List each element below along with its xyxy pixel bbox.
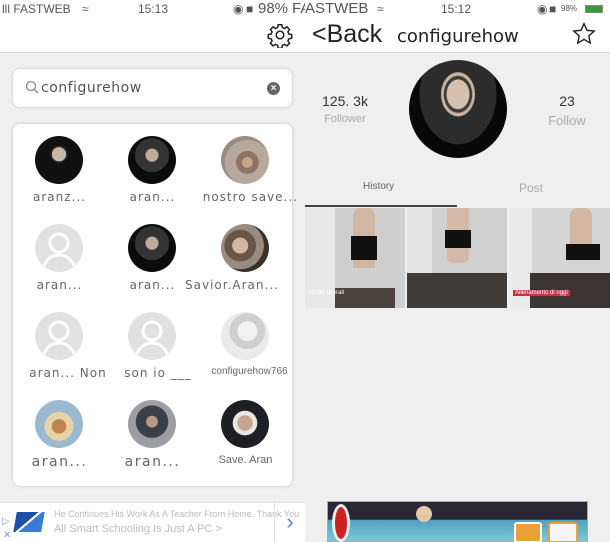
- cartoon-character: [416, 506, 432, 522]
- avatar: [128, 136, 176, 184]
- avatar: [128, 224, 176, 272]
- status-bar: ASTWEB ≈ 15:12 ◉ ■ 98%: [305, 0, 610, 17]
- search-input[interactable]: [41, 78, 261, 98]
- ad-banner[interactable]: ▷ ✕ He Continues His Work As A Teacher F…: [0, 502, 305, 542]
- following-count: 23: [559, 93, 575, 109]
- result-item[interactable]: Save. Aran: [199, 388, 292, 476]
- shorts: [566, 244, 600, 260]
- result-item[interactable]: nostro save...: [199, 124, 297, 212]
- gear-icon[interactable]: [267, 22, 293, 48]
- lifebuoy-icon: [332, 504, 350, 542]
- result-name: Save. Aran: [218, 454, 273, 466]
- result-item[interactable]: aranz...: [13, 124, 106, 212]
- profile-screen: ASTWEB ≈ 15:12 ◉ ■ 98% <Back configureho…: [305, 0, 610, 542]
- result-name: aran...: [36, 278, 83, 292]
- result-name: configurehow766: [211, 366, 288, 377]
- search-field[interactable]: ×: [13, 69, 292, 107]
- carrier-label-2: FASTWEB: [292, 0, 305, 17]
- carrier-label: ASTWEB: [305, 0, 369, 17]
- alarm-icon: ◉: [233, 2, 244, 16]
- profile-avatar: [409, 60, 507, 158]
- clear-icon[interactable]: ×: [267, 82, 280, 95]
- wifi-icon: ≈: [82, 2, 89, 16]
- result-item[interactable]: aran... Non: [13, 300, 106, 388]
- wifi-icon: ≈: [377, 2, 384, 16]
- avatar-placeholder: [35, 224, 83, 272]
- battery-percent: 98%: [561, 4, 578, 13]
- avatar: [221, 136, 269, 184]
- lock-icon: ■: [549, 2, 557, 16]
- ad-subline: All Smart Schooling Is Just A PC >: [54, 523, 222, 535]
- tab-post[interactable]: Post: [519, 181, 543, 195]
- result-name: nostro save...: [202, 190, 298, 204]
- active-tab-indicator: [305, 205, 457, 207]
- shorts: [351, 236, 377, 260]
- avatar: [221, 312, 269, 360]
- ad-headline: He Continues His Work As A Teacher From …: [54, 509, 300, 519]
- avatar: [221, 400, 269, 448]
- floor: [407, 273, 507, 308]
- time-label: 15:12: [441, 2, 472, 16]
- avatar: [35, 136, 83, 184]
- result-item[interactable]: aran...: [13, 212, 106, 300]
- story-thumbnail[interactable]: Alzate laterali: [305, 208, 405, 308]
- status-bar: lll FASTWEB ≈ 15:13 ◉ ■ 98% FASTWEB: [0, 0, 305, 17]
- navbar: <Back configurehow: [305, 17, 610, 53]
- followers-stat[interactable]: 125. 3k Follower: [305, 93, 385, 125]
- hammer-icon: [514, 522, 542, 542]
- battery-percent: 98%: [258, 0, 289, 17]
- result-item[interactable]: son io ___: [106, 300, 199, 388]
- ad-choices-icon[interactable]: ▷: [2, 516, 10, 527]
- story-thumbnails: Alzate laterali Allenamento di oggi: [305, 208, 610, 308]
- tab-history[interactable]: History: [363, 181, 394, 192]
- following-label: Follow: [548, 113, 586, 128]
- avatar-placeholder: [35, 312, 83, 360]
- result-item[interactable]: aran...: [106, 388, 199, 476]
- pillow-icon: [548, 522, 578, 542]
- result-name: aran...: [124, 454, 181, 470]
- star-icon[interactable]: [571, 21, 597, 47]
- search-results-grid: aranz... aran... nostro save... aran... …: [13, 124, 297, 486]
- following-stat[interactable]: 23 Follow: [527, 93, 607, 128]
- result-name: son io ___: [124, 366, 192, 380]
- battery-icon: [585, 5, 603, 13]
- result-item[interactable]: configurehow766: [199, 300, 292, 388]
- result-name: Savior.Aran...: [185, 278, 279, 292]
- game-ad-banner[interactable]: [327, 501, 588, 542]
- profile-title: configurehow: [397, 26, 519, 47]
- story-caption: Alzate laterali: [308, 290, 345, 296]
- carrier-label: lll FASTWEB: [2, 2, 71, 16]
- lock-icon: ■: [246, 2, 254, 16]
- avatar-placeholder: [128, 312, 176, 360]
- result-name: aran...: [31, 454, 88, 470]
- time-label: 15:13: [138, 2, 169, 16]
- story-thumbnail[interactable]: [407, 208, 507, 308]
- story-caption: Allenamento di oggi: [513, 290, 570, 296]
- search-icon: [25, 80, 39, 94]
- shorts: [445, 230, 471, 248]
- search-screen: lll FASTWEB ≈ 15:13 ◉ ■ 98% FASTWEB × ar…: [0, 0, 305, 542]
- story-thumbnail[interactable]: Allenamento di oggi: [510, 208, 610, 308]
- followers-label: Follower: [324, 113, 366, 125]
- result-name: aranz...: [33, 190, 86, 204]
- ad-arrow-icon[interactable]: ›: [274, 503, 305, 542]
- avatar: [35, 400, 83, 448]
- result-item[interactable]: Savior.Aran...: [185, 212, 292, 300]
- avatar: [221, 224, 269, 272]
- ad-logo: [13, 512, 45, 532]
- split-screenshot: lll FASTWEB ≈ 15:13 ◉ ■ 98% FASTWEB × ar…: [0, 0, 610, 542]
- back-button[interactable]: <Back: [312, 20, 382, 49]
- followers-count: 125. 3k: [322, 93, 368, 109]
- navbar: [0, 17, 305, 53]
- result-item[interactable]: aran...: [13, 388, 106, 476]
- alarm-icon: ◉: [537, 2, 548, 16]
- avatar: [128, 400, 176, 448]
- ad-close-icon[interactable]: ✕: [3, 530, 11, 541]
